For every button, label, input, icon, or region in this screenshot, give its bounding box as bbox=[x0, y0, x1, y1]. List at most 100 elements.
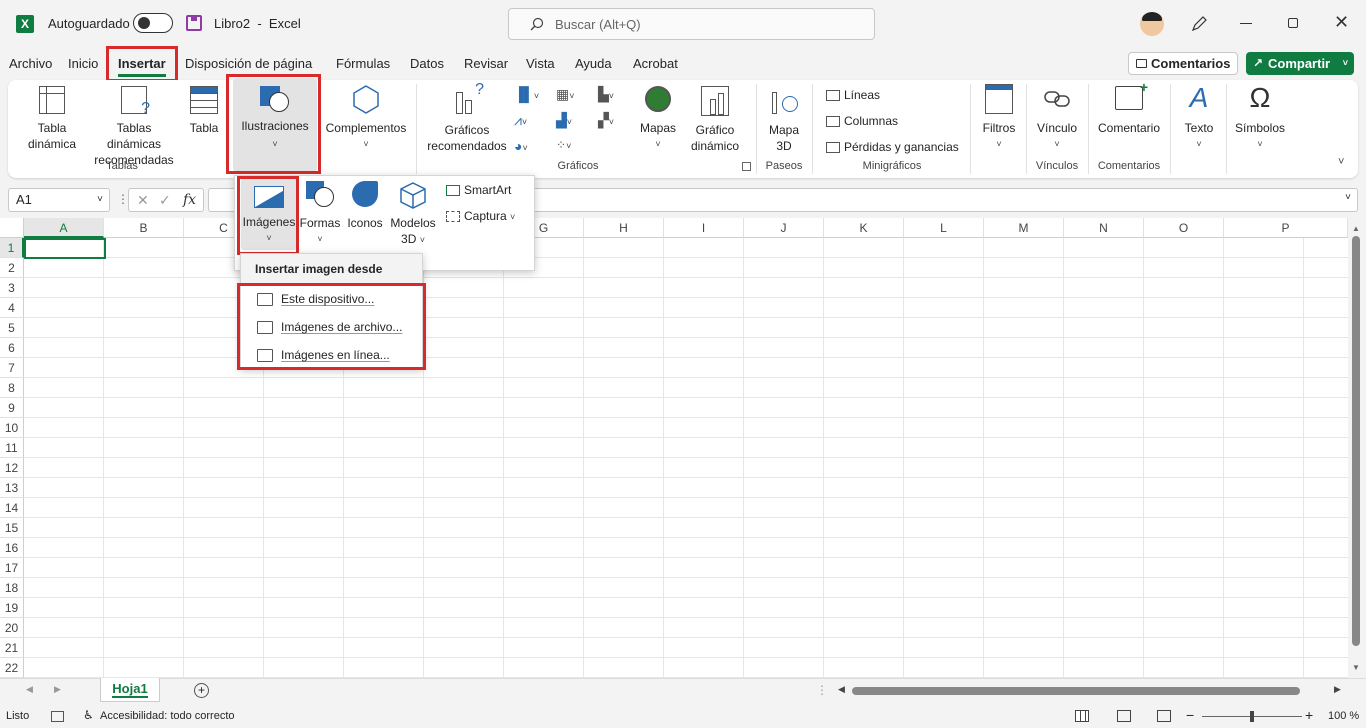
table-button[interactable]: Tabla bbox=[186, 86, 222, 136]
zoom-level[interactable]: 100 % bbox=[1328, 710, 1359, 722]
column-header-a[interactable]: A bbox=[24, 218, 104, 238]
column-header-j[interactable]: J bbox=[744, 218, 824, 238]
row-header-18[interactable]: 18 bbox=[0, 578, 24, 598]
normal-view-icon[interactable] bbox=[1075, 710, 1089, 722]
name-box[interactable]: A1 ˅ bbox=[8, 188, 110, 212]
row-header-5[interactable]: 5 bbox=[0, 318, 24, 338]
row-header-11[interactable]: 11 bbox=[0, 438, 24, 458]
sparkline-columns-button[interactable]: Columnas bbox=[826, 113, 898, 129]
row-header-4[interactable]: 4 bbox=[0, 298, 24, 318]
combo-chart-icon[interactable]: ▞˅ bbox=[598, 112, 628, 130]
enter-icon[interactable]: ✓ bbox=[159, 192, 171, 209]
column-header-m[interactable]: M bbox=[984, 218, 1064, 238]
tab-archivo[interactable]: Archivo bbox=[9, 55, 52, 73]
close-icon[interactable]: ✕ bbox=[1334, 12, 1349, 33]
row-header-16[interactable]: 16 bbox=[0, 538, 24, 558]
row-header-1[interactable]: 1 bbox=[0, 238, 24, 258]
zoom-slider-thumb[interactable] bbox=[1250, 711, 1254, 722]
maps-button[interactable]: Mapas ˅ bbox=[636, 86, 680, 152]
zoom-slider[interactable] bbox=[1202, 711, 1302, 722]
next-sheet-icon[interactable]: ▶ bbox=[54, 684, 61, 695]
autosave-toggle[interactable] bbox=[133, 13, 173, 33]
worksheet-grid[interactable] bbox=[0, 218, 1348, 678]
comments-button[interactable]: Comentarios bbox=[1128, 52, 1238, 75]
tab-ayuda[interactable]: Ayuda bbox=[575, 55, 612, 73]
screenshot-button[interactable]: Captura ˅ bbox=[446, 208, 515, 225]
row-header-9[interactable]: 9 bbox=[0, 398, 24, 418]
zoom-out-icon[interactable]: − bbox=[1186, 707, 1194, 723]
addins-button[interactable]: Complementos ˅ bbox=[323, 84, 409, 152]
row-header-8[interactable]: 8 bbox=[0, 378, 24, 398]
3d-models-button[interactable]: Modelos 3D ˅ bbox=[386, 181, 440, 248]
pen-icon[interactable] bbox=[1190, 15, 1208, 33]
link-button[interactable]: Vínculo ˅ bbox=[1032, 84, 1082, 152]
column-header-p[interactable]: P bbox=[1224, 218, 1348, 238]
row-header-14[interactable]: 14 bbox=[0, 498, 24, 518]
smartart-button[interactable]: SmartArt bbox=[446, 182, 511, 198]
shapes-button[interactable]: Formas ˅ bbox=[298, 181, 342, 247]
sheet-tab-hoja1[interactable]: Hoja1 bbox=[100, 678, 160, 702]
search-box[interactable]: Buscar (Alt+Q) bbox=[508, 8, 875, 40]
text-button[interactable]: A Texto ˅ bbox=[1176, 84, 1222, 152]
vertical-scrollbar[interactable]: ▲ ▼ bbox=[1348, 218, 1366, 678]
pivot-chart-button[interactable]: Gráfico dinámico bbox=[682, 86, 748, 154]
hierarchy-chart-icon[interactable]: ▦˅ bbox=[556, 86, 586, 104]
row-header-3[interactable]: 3 bbox=[0, 278, 24, 298]
pie-chart-icon[interactable]: ◕˅ bbox=[514, 138, 544, 156]
illustrations-button[interactable]: Ilustraciones ˅ bbox=[233, 78, 317, 172]
splitter-icon[interactable]: ⋮ bbox=[816, 683, 828, 697]
menu-item-this-device[interactable]: Este dispositivo... bbox=[257, 289, 374, 309]
row-header-17[interactable]: 17 bbox=[0, 558, 24, 578]
insert-function-icon[interactable]: fx bbox=[183, 192, 196, 208]
comment-ribbon-button[interactable]: + Comentario bbox=[1094, 79, 1164, 136]
row-header-21[interactable]: 21 bbox=[0, 638, 24, 658]
recommended-charts-button[interactable]: ? Gráficos recomendados bbox=[424, 82, 510, 154]
row-header-10[interactable]: 10 bbox=[0, 418, 24, 438]
row-header-22[interactable]: 22 bbox=[0, 658, 24, 678]
sparkline-winloss-button[interactable]: Pérdidas y ganancias bbox=[826, 139, 959, 155]
scroll-right-icon[interactable]: ▶ bbox=[1334, 684, 1341, 695]
sparkline-lines-button[interactable]: Líneas bbox=[826, 87, 880, 103]
filters-button[interactable]: Filtros ˅ bbox=[978, 84, 1020, 152]
active-cell[interactable] bbox=[24, 238, 106, 259]
icons-button[interactable]: Iconos bbox=[344, 181, 386, 231]
column-header-n[interactable]: N bbox=[1064, 218, 1144, 238]
tab-inicio[interactable]: Inicio bbox=[68, 55, 98, 73]
tab-vista[interactable]: Vista bbox=[526, 55, 555, 73]
cancel-icon[interactable]: ✕ bbox=[137, 192, 149, 209]
waterfall-chart-icon[interactable]: ▙˅ bbox=[598, 86, 628, 104]
line-chart-icon[interactable]: ⩘˅ bbox=[514, 112, 544, 130]
horizontal-scrollbar[interactable] bbox=[852, 687, 1300, 695]
add-sheet-icon[interactable]: + bbox=[194, 683, 209, 698]
avatar[interactable] bbox=[1140, 12, 1164, 36]
row-header-12[interactable]: 12 bbox=[0, 458, 24, 478]
column-header-l[interactable]: L bbox=[904, 218, 984, 238]
tab-datos[interactable]: Datos bbox=[410, 55, 444, 73]
tab-revisar[interactable]: Revisar bbox=[464, 55, 508, 73]
zoom-in-icon[interactable]: + bbox=[1305, 707, 1313, 723]
page-break-icon[interactable] bbox=[1157, 710, 1171, 722]
save-icon[interactable] bbox=[186, 15, 202, 31]
menu-item-online-images[interactable]: Imágenes en línea... bbox=[257, 345, 390, 365]
tab-acrobat[interactable]: Acrobat bbox=[633, 55, 678, 73]
accessibility-status[interactable]: Accesibilidad: todo correcto bbox=[100, 710, 235, 722]
minimize-icon[interactable] bbox=[1240, 23, 1252, 24]
recommended-pivot-button[interactable]: ? Tablas dinámicas recomendadas bbox=[88, 86, 180, 168]
column-header-h[interactable]: H bbox=[584, 218, 664, 238]
map3d-button[interactable]: Mapa 3D bbox=[762, 86, 806, 154]
collapse-ribbon-icon[interactable]: ˅ bbox=[1338, 156, 1344, 168]
row-header-15[interactable]: 15 bbox=[0, 518, 24, 538]
scatter-chart-icon[interactable]: ⁘˅ bbox=[556, 138, 586, 156]
tab-disposicion[interactable]: Disposición de página bbox=[185, 55, 312, 73]
symbols-button[interactable]: Ω Símbolos ˅ bbox=[1232, 84, 1288, 152]
pivot-table-button[interactable]: Tabla dinámica bbox=[18, 86, 86, 152]
row-header-20[interactable]: 20 bbox=[0, 618, 24, 638]
dialog-launcher-icon[interactable] bbox=[742, 162, 751, 171]
row-header-19[interactable]: 19 bbox=[0, 598, 24, 618]
row-header-6[interactable]: 6 bbox=[0, 338, 24, 358]
tab-insertar[interactable]: Insertar bbox=[118, 55, 166, 77]
row-header-13[interactable]: 13 bbox=[0, 478, 24, 498]
images-button[interactable]: Imágenes ˅ bbox=[241, 178, 297, 250]
column-chart-icon[interactable]: ▐▌˅ bbox=[514, 86, 544, 104]
column-header-b[interactable]: B bbox=[104, 218, 184, 238]
